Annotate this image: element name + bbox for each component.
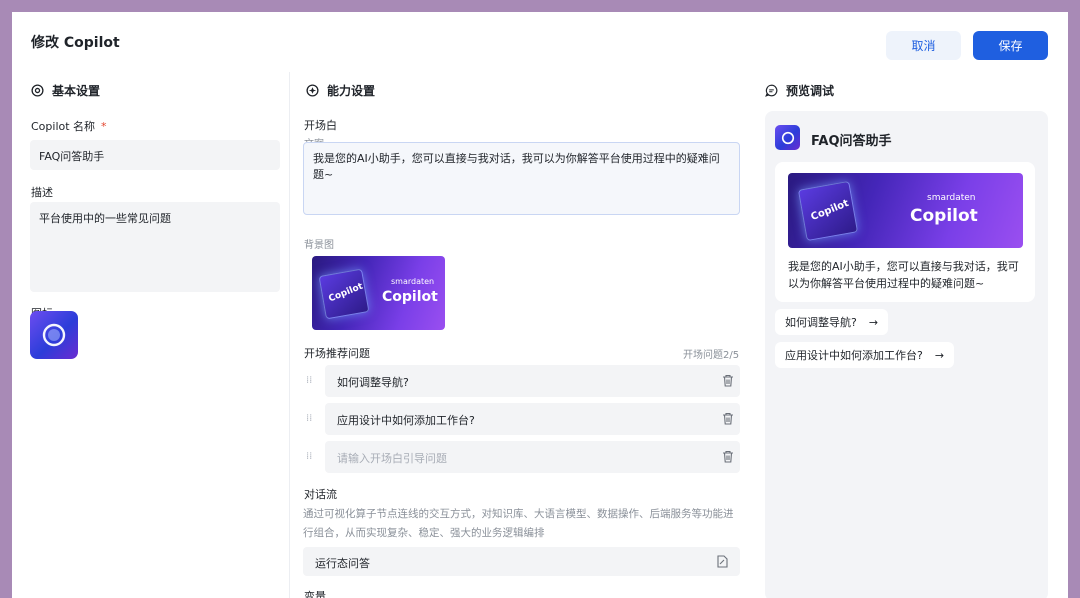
question-input-placeholder[interactable]: 请输入开场白引导问题 <box>325 441 740 473</box>
page-title: 修改 Copilot <box>31 35 120 51</box>
bot-avatar <box>775 125 800 150</box>
bot-name: FAQ问答助手 <box>811 134 892 149</box>
name-label: Copilot 名称 * <box>31 118 107 134</box>
trash-icon[interactable] <box>722 450 734 463</box>
questions-count: 开场问题2/5 <box>683 350 740 361</box>
name-field[interactable]: FAQ问答助手 <box>30 140 280 170</box>
chip-text: 应用设计中如何添加工作台? <box>785 349 923 362</box>
preview-chat-area: FAQ问答助手 Copilot smardaten Copilot 我是您的AI… <box>765 111 1048 598</box>
preview-title: 预览调试 <box>786 84 835 98</box>
questions-label: 开场推荐问题 <box>304 347 370 360</box>
trash-icon[interactable] <box>722 412 734 425</box>
flow-label: 对话流 <box>304 488 337 501</box>
ability-settings-panel: 能力设置 开场白 文案 我是您的AI小助手，您可以直接与我对话，我可以为你解答平… <box>291 72 751 598</box>
ability-icon <box>306 84 319 97</box>
opening-text-field[interactable]: 我是您的AI小助手，您可以直接与我对话，我可以为你解答平台使用过程中的疑难问题~ <box>303 142 740 215</box>
background-image[interactable]: Copilot smardaten Copilot <box>312 256 445 330</box>
arrow-right-icon: → <box>868 315 879 329</box>
flow-select[interactable]: 运行态问答 <box>303 547 740 576</box>
chat-bubble-icon <box>765 84 778 97</box>
ability-settings-title: 能力设置 <box>327 84 376 98</box>
welcome-message-card: Copilot smardaten Copilot 我是您的AI小助手，您可以直… <box>775 162 1035 302</box>
cancel-button[interactable]: 取消 <box>886 31 961 60</box>
edit-copilot-window: 修改 Copilot 取消 保存 基本设置 Copilot 名称 * FAQ问答助… <box>12 12 1068 598</box>
copilot-logo-icon <box>42 323 66 347</box>
vars-label: 变量 <box>304 590 326 598</box>
preview-banner-image: Copilot smardaten Copilot <box>788 173 1023 248</box>
opening-label: 开场白 <box>304 119 337 132</box>
question-row: ⁞⁞ 请输入开场白引导问题 <box>291 441 751 473</box>
question-field[interactable]: 如何调整导航? <box>325 365 740 397</box>
question-row: ⁞⁞ 应用设计中如何添加工作台? <box>291 403 751 435</box>
preview-panel-column: 预览调试 FAQ问答助手 Copilot smardaten Copilot 我… <box>751 72 1068 598</box>
welcome-message-text: 我是您的AI小助手，您可以直接与我对话，我可以为你解答平台使用过程中的疑难问题~ <box>788 260 1019 290</box>
copilot-logo-icon <box>781 131 794 144</box>
edit-document-icon[interactable] <box>717 555 728 568</box>
required-mark: * <box>101 120 107 133</box>
question-row: ⁞⁞ 如何调整导航? <box>291 365 751 397</box>
suggested-question-chip[interactable]: 应用设计中如何添加工作台? → <box>775 342 955 368</box>
desc-field[interactable]: 平台使用中的一些常见问题 <box>30 202 280 292</box>
ability-settings-header: 能力设置 <box>306 82 375 99</box>
flow-description: 通过可视化算子节点连线的交互方式，对知识库、大语言模型、数据操作、后端服务等功能… <box>303 508 734 539</box>
chip-text: 如何调整导航? <box>785 316 857 329</box>
basic-settings-title: 基本设置 <box>52 84 101 98</box>
flow-value: 运行态问答 <box>315 557 370 570</box>
settings-circle-icon <box>31 84 44 97</box>
suggested-question-chip[interactable]: 如何调整导航? → <box>775 309 889 335</box>
copilot-app-icon[interactable] <box>30 311 78 359</box>
bg-label: 背景图 <box>304 240 334 251</box>
basic-settings-panel: 基本设置 Copilot 名称 * FAQ问答助手 描述 平台使用中的一些常见问题… <box>12 72 290 598</box>
trash-icon[interactable] <box>722 374 734 387</box>
save-button[interactable]: 保存 <box>973 31 1048 60</box>
desc-label: 描述 <box>31 186 53 199</box>
banner-brand: smardaten <box>391 277 435 286</box>
drag-handle-icon[interactable]: ⁞⁞ <box>306 375 314 387</box>
drag-handle-icon[interactable]: ⁞⁞ <box>306 451 314 463</box>
top-bar: 修改 Copilot 取消 保存 <box>12 12 1068 72</box>
drag-handle-icon[interactable]: ⁞⁞ <box>306 413 314 425</box>
preview-header: 预览调试 <box>765 82 834 99</box>
arrow-right-icon: → <box>934 348 945 362</box>
question-field[interactable]: 应用设计中如何添加工作台? <box>325 403 740 435</box>
banner-title: Copilot <box>382 289 438 305</box>
basic-settings-header: 基本设置 <box>31 82 100 99</box>
banner-brand: smardaten <box>927 193 976 203</box>
name-label-text: Copilot 名称 <box>31 120 96 133</box>
banner-title: Copilot <box>910 206 978 226</box>
